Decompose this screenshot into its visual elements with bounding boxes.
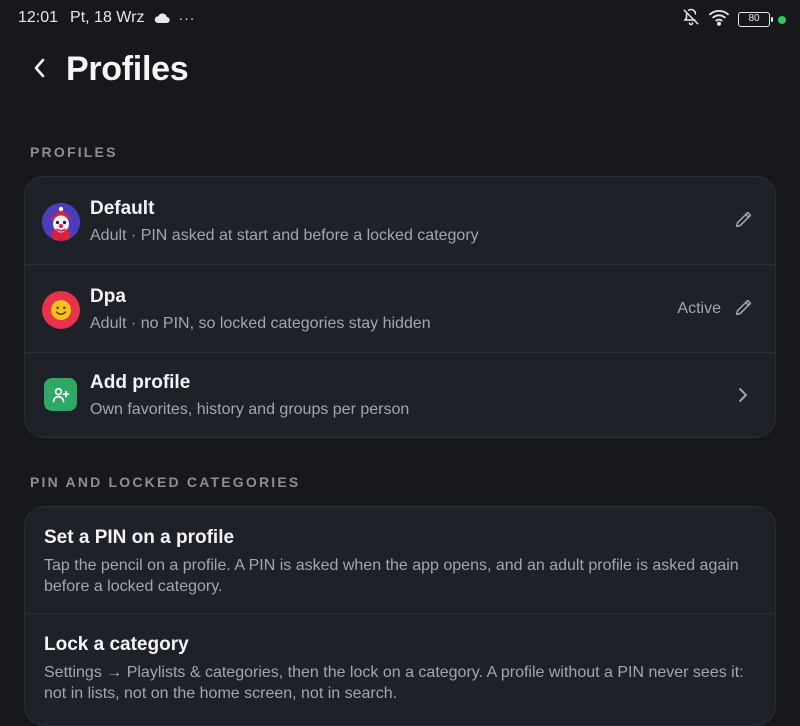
bell-off-icon: [682, 8, 700, 31]
more-notifications-icon: ···: [178, 10, 196, 26]
smiley-avatar: [42, 291, 80, 329]
status-time: 12:01: [18, 9, 59, 26]
back-button[interactable]: [26, 56, 54, 84]
info-title: Lock a category: [44, 634, 189, 655]
status-bar: 12:01 Pt, 18 Wrz ··· 80: [0, 0, 800, 36]
profile-description: Adult · no PIN, so locked categories sta…: [90, 315, 431, 332]
battery-icon: 80: [738, 12, 773, 27]
privacy-indicator-dot: [778, 15, 786, 24]
active-status-label: Active: [677, 300, 721, 317]
info-title: Set a PIN on a profile: [44, 527, 235, 548]
pencil-icon: [733, 296, 755, 323]
page-title: Profiles: [66, 50, 189, 88]
section-label-profiles: PROFILES: [30, 144, 118, 160]
section-label-pin: PIN AND LOCKED CATEGORIES: [30, 474, 301, 490]
chevron-left-icon: [32, 57, 48, 84]
wifi-icon: [708, 8, 730, 31]
add-profile-description: Own favorites, history and groups per pe…: [90, 401, 410, 418]
header: Profiles: [0, 48, 800, 96]
profile-row-dpa[interactable]: Dpa Adult · no PIN, so locked categories…: [25, 265, 775, 353]
info-text: Tap the pencil on a profile. A PIN is as…: [44, 557, 739, 595]
profile-description: Adult · PIN asked at start and before a …: [90, 227, 479, 244]
edit-profile-button[interactable]: [731, 208, 757, 234]
chevron-right-icon: [733, 385, 753, 405]
info-lock-category: Lock a category Settings → Playlists & c…: [25, 614, 775, 724]
profile-name: Dpa: [90, 286, 126, 307]
clown-avatar: [42, 203, 80, 241]
profiles-card: Default Adult · PIN asked at start and b…: [24, 176, 776, 438]
add-profile-row[interactable]: Add profile Own favorites, history and g…: [25, 353, 775, 437]
edit-profile-button[interactable]: [731, 296, 757, 322]
info-text: Settings → Playlists & categories, then …: [44, 664, 744, 702]
status-date: Pt, 18 Wrz: [70, 9, 145, 26]
cloud-icon: [154, 13, 171, 24]
add-profile-title: Add profile: [90, 372, 191, 393]
pencil-icon: [733, 208, 755, 235]
profile-name: Default: [90, 198, 155, 219]
add-person-icon: [44, 378, 77, 411]
pin-info-card: Set a PIN on a profile Tap the pencil on…: [24, 506, 776, 726]
profile-row-default[interactable]: Default Adult · PIN asked at start and b…: [25, 177, 775, 265]
info-set-pin: Set a PIN on a profile Tap the pencil on…: [25, 507, 775, 614]
